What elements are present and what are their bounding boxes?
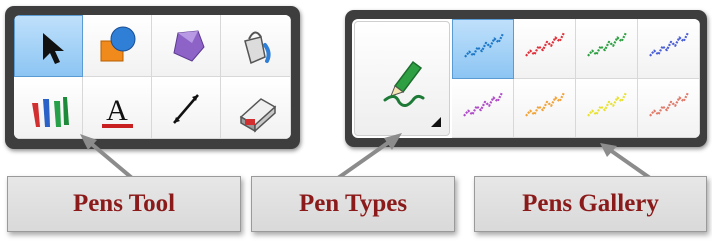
pen-stroke-path — [464, 33, 504, 58]
tools-toolbar: A — [14, 15, 291, 139]
pen-stroke-path — [525, 92, 565, 117]
pens-tool-callout: Pens Tool — [7, 176, 241, 232]
pens-toolbar — [352, 19, 700, 138]
fill-tool-button[interactable] — [221, 15, 291, 77]
pen-stroke-path — [649, 32, 689, 57]
pen-gallery-item[interactable] — [638, 78, 700, 138]
eraser-tool-button[interactable] — [221, 77, 291, 139]
arrow-select-icon — [43, 33, 64, 64]
pens-toolbar-frame — [345, 10, 707, 147]
text-tool-button[interactable]: A — [83, 77, 152, 139]
pens-gallery-arrow — [608, 148, 652, 180]
polygon-tool-button[interactable] — [152, 15, 221, 77]
pen-gallery-item[interactable] — [638, 19, 700, 79]
pen-gallery-item[interactable] — [514, 78, 576, 138]
pen-gallery-item[interactable] — [452, 78, 514, 138]
eraser-icon — [239, 98, 277, 133]
pen-stroke-sample-icon — [587, 32, 627, 57]
pens-gallery — [452, 19, 700, 138]
line-tool-icon — [173, 94, 199, 124]
pen-stroke-path — [587, 92, 627, 117]
pen-types-button[interactable] — [354, 21, 450, 136]
pen-stroke-sample-icon — [463, 92, 503, 117]
pen-stroke-sample-icon — [587, 92, 627, 117]
pen-types-callout: Pen Types — [251, 176, 455, 232]
pen-stroke-sample-icon — [649, 92, 689, 117]
pen-stroke-sample-icon — [525, 92, 565, 117]
shapes-icon — [100, 26, 136, 62]
pens-gallery-callout: Pens Gallery — [474, 176, 707, 232]
pen-stroke-path — [587, 32, 627, 57]
shapes-tool-button[interactable] — [83, 15, 152, 77]
line-tool-button[interactable] — [152, 77, 221, 139]
text-tool-glyph: A — [106, 94, 128, 127]
pen-stroke-sample-icon — [649, 32, 689, 57]
dropdown-triangle-icon — [431, 117, 441, 127]
text-tool-icon: A — [102, 94, 133, 128]
pen-gallery-item[interactable] — [576, 78, 638, 138]
pen-stroke-path — [525, 32, 565, 57]
pen-gallery-item[interactable] — [576, 19, 638, 79]
select-tool-button[interactable] — [14, 15, 83, 77]
pen-stroke-path — [649, 92, 689, 117]
pen-stroke-sample-icon — [464, 33, 504, 58]
pens-tool-button[interactable] — [14, 77, 83, 139]
polygon-icon — [173, 30, 205, 62]
pen-stroke-sample-icon — [525, 32, 565, 57]
fill-bucket-icon — [244, 31, 271, 65]
pen-gallery-item[interactable] — [452, 19, 514, 79]
pens-tool-icon — [32, 97, 69, 127]
tools-toolbar-frame: A — [5, 6, 300, 149]
pen-gallery-item[interactable] — [514, 19, 576, 79]
pen-stroke-path — [463, 92, 503, 117]
